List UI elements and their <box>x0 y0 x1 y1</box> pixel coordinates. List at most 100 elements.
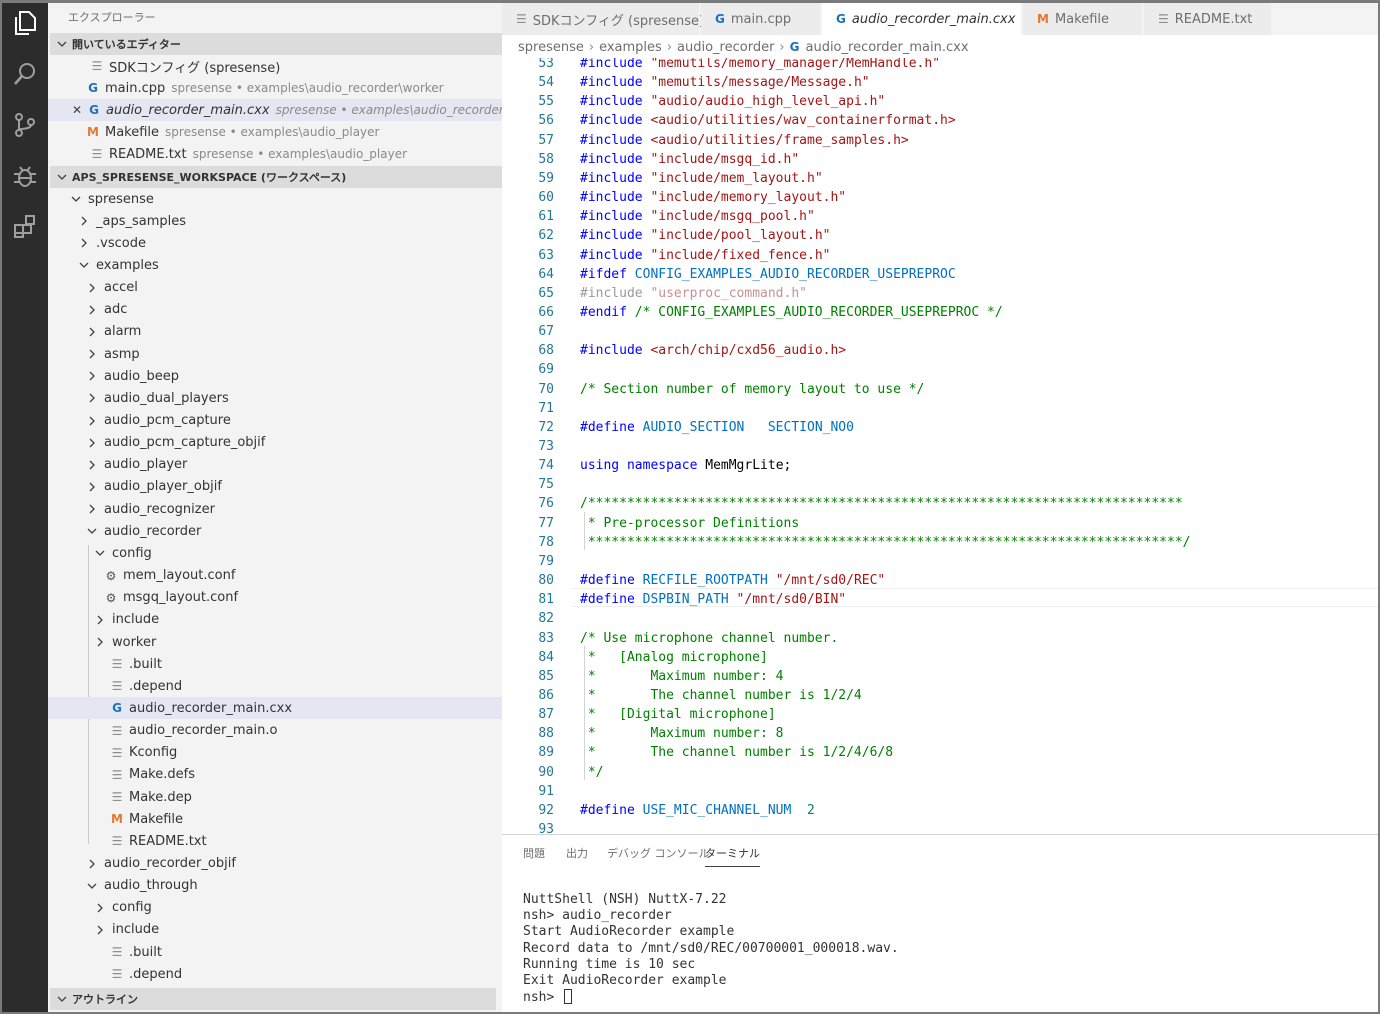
tree-folder[interactable]: audio_recognizer <box>48 498 502 520</box>
tree-folder[interactable]: include <box>48 609 502 631</box>
close-icon[interactable]: ✕ <box>70 103 84 117</box>
chevron-right-icon <box>81 216 87 226</box>
tree-file[interactable]: ⚙ mem_layout.conf <box>48 565 502 587</box>
tree-file[interactable]: ☰ README.txt <box>48 830 502 852</box>
tree-folder[interactable]: audio_recorder_objif <box>48 853 502 875</box>
tab-audio-recorder-main[interactable]: G audio_recorder_main.cxx ✕ <box>822 3 1035 35</box>
code-line: 71 <box>502 399 1378 418</box>
tree-folder[interactable]: audio_dual_players <box>48 387 502 409</box>
tree-folder[interactable]: audio_recorder <box>48 520 502 542</box>
tree-folder[interactable]: config <box>48 897 502 919</box>
workspace-header[interactable]: APS_SPRESENSE_WORKSPACE (ワークスペース) <box>50 166 502 188</box>
code-text: #include <audio/utilities/frame_samples.… <box>580 131 909 150</box>
outline-label: アウトライン <box>72 993 138 1006</box>
open-editor-item[interactable]: G main.cpp spresense • examples\audio_re… <box>48 77 502 99</box>
tree-folder[interactable]: audio_through <box>48 875 502 897</box>
tree-folder[interactable]: examples <box>48 254 502 276</box>
code-text: #include "include/memory_layout.h" <box>580 188 846 207</box>
source-control-icon[interactable] <box>9 109 41 141</box>
open-editor-label: SDKコンフィグ (spresense) <box>109 60 281 76</box>
open-editor-item[interactable]: M Makefile spresense • examples\audio_pl… <box>48 121 502 143</box>
open-editor-item[interactable]: ☰ README.txt spresense • examples\audio_… <box>48 143 502 165</box>
tab-problems[interactable]: 問題 <box>523 845 545 861</box>
tree-file[interactable]: Gaudio_recorder_main.cxx <box>48 697 502 720</box>
tab-sdk-config[interactable]: ☰ SDKコンフィグ (spresense) <box>502 3 704 35</box>
tree-folder[interactable]: audio_pcm_capture_objif <box>48 432 502 454</box>
code-line: 78 *************************************… <box>502 533 1378 552</box>
tab-terminal[interactable]: ターミナル <box>705 845 760 867</box>
open-editors-header[interactable]: 開いているエディター <box>50 33 502 55</box>
tree-folder[interactable]: audio_pcm_capture <box>48 410 502 432</box>
cpp-file-icon: G <box>89 103 99 117</box>
open-editor-path: spresense • examples\audio_recorder\work… <box>171 81 444 95</box>
terminal-line: Exit AudioRecorder example <box>523 973 727 989</box>
terminal-line: nsh> audio_recorder <box>523 908 672 924</box>
open-editor-label: main.cpp <box>105 80 166 96</box>
cpp-file-icon: G <box>836 12 846 26</box>
code-line: 84 * [Analog microphone] <box>502 648 1378 667</box>
tree-folder[interactable]: _aps_samples <box>48 210 502 232</box>
tree-file[interactable]: ☰ .depend <box>48 675 502 697</box>
tab-debug-console[interactable]: デバッグ コンソール <box>607 845 710 861</box>
breadcrumb-item[interactable]: examples <box>599 40 662 55</box>
breadcrumb-item[interactable]: audio_recorder <box>677 40 774 55</box>
code-line: 70 /* Section number of memory layout to … <box>502 380 1378 399</box>
open-editor-item-active[interactable]: ✕ G audio_recorder_main.cxx spresense • … <box>48 99 502 121</box>
open-editor-path: spresense • examples\audio_player <box>192 147 408 161</box>
code-editor[interactable]: 53 #include "memutils/memory_manager/MemH… <box>502 58 1378 834</box>
code-line: 61 #include "include/msgq_pool.h" <box>502 207 1378 226</box>
code-text: #include "memutils/message/Message.h" <box>580 73 870 92</box>
tree-file[interactable]: ☰ Make.defs <box>48 764 502 786</box>
tab-label: main.cpp <box>730 11 792 27</box>
breadcrumb-item[interactable]: spresense <box>518 40 584 55</box>
open-editor-item[interactable]: ☰ SDKコンフィグ (spresense) <box>48 55 502 77</box>
tree-file[interactable]: ☰ Make.dep <box>48 786 502 808</box>
tree-folder[interactable]: .vscode <box>48 232 502 254</box>
tree-file[interactable]: ☰ .built <box>48 653 502 675</box>
tree-file[interactable]: ☰ .depend <box>48 963 502 985</box>
code-line: 54 #include "memutils/message/Message.h" <box>502 73 1378 92</box>
tab-makefile[interactable]: M Makefile <box>1023 3 1143 35</box>
tab-label: README.txt <box>1174 11 1253 27</box>
tree-file[interactable]: ⚙ msgq_layout.conf <box>48 587 502 609</box>
tree-folder[interactable]: accel <box>48 277 502 299</box>
gear-icon: ⚙ <box>105 568 117 583</box>
chevron-right-icon <box>89 327 95 337</box>
line-number: 77 <box>538 515 554 531</box>
line-number: 70 <box>538 381 554 397</box>
debug-icon[interactable] <box>9 160 41 192</box>
tree-folder[interactable]: spresense <box>48 188 502 210</box>
tab-main-cpp[interactable]: G main.cpp <box>701 3 821 35</box>
tree-folder[interactable]: audio_player <box>48 454 502 476</box>
tree-folder[interactable]: audio_player_objif <box>48 476 502 498</box>
tree-file[interactable]: ☰ audio_recorder_main.o <box>48 720 502 742</box>
tree-item-label: audio_recorder_main.o <box>129 723 278 739</box>
code-line: 88 * Maximum number: 8 <box>502 724 1378 743</box>
code-token: DSPBIN_PATH <box>642 592 729 608</box>
code-token: AUDIO_SECTION <box>642 419 745 435</box>
extensions-icon[interactable] <box>9 211 41 243</box>
tree-file[interactable]: ☰ .built <box>48 941 502 963</box>
tab-readme[interactable]: ☰ README.txt <box>1144 3 1272 35</box>
files-icon[interactable] <box>9 7 41 39</box>
tree-folder[interactable]: worker <box>48 631 502 653</box>
outline-header[interactable]: アウトライン <box>50 988 496 1010</box>
tab-output[interactable]: 出力 <box>566 845 588 861</box>
code-token: "include/pool_layout.h" <box>650 228 831 244</box>
tree-folder[interactable]: alarm <box>48 321 502 343</box>
code-line: 56 #include <audio/utilities/wav_containe… <box>502 111 1378 130</box>
tree-folder[interactable]: audio_beep <box>48 365 502 387</box>
tree-folder[interactable]: config <box>48 542 502 564</box>
tree-folder[interactable]: adc <box>48 299 502 321</box>
search-icon[interactable] <box>9 58 41 90</box>
tree-file[interactable]: ☰ Kconfig <box>48 742 502 764</box>
tree-item-label: audio_recognizer <box>104 501 215 517</box>
tree-folder[interactable]: include <box>48 919 502 941</box>
code-token: #ifdef <box>580 266 627 282</box>
tree-folder[interactable]: asmp <box>48 343 502 365</box>
tree-file[interactable]: M Makefile <box>48 808 502 830</box>
breadcrumb-item[interactable]: audio_recorder_main.cxx <box>805 40 968 55</box>
